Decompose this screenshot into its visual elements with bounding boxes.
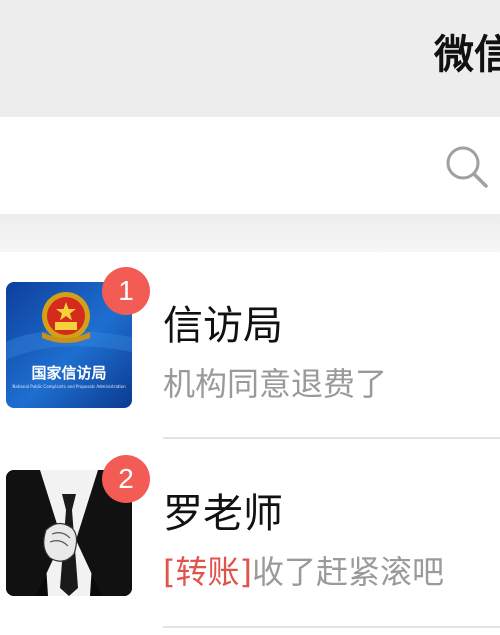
top-bar: 微信 xyxy=(0,0,500,117)
transfer-tag: [转账] xyxy=(163,553,252,591)
last-message-preview: [转账]收了赶紧滚吧 xyxy=(163,547,444,593)
avatar-caption: 国家信访局 xyxy=(31,364,107,382)
unread-badge: 1 xyxy=(102,267,150,315)
avatar-subcaption: National Public Complaints and Proposals… xyxy=(12,384,126,389)
last-message-preview: 机构同意退费了 xyxy=(163,359,387,405)
chat-row-xinfangju[interactable]: 国家信访局 National Public Complaints and Pro… xyxy=(0,252,500,437)
national-emblem-icon xyxy=(42,292,90,343)
search-bar[interactable] xyxy=(0,117,500,214)
row-divider xyxy=(163,626,500,628)
row-divider xyxy=(163,437,500,439)
search-icon[interactable] xyxy=(444,144,490,194)
last-message-text: 收了赶紧滚吧 xyxy=(251,553,444,591)
chat-row-luo-laoshi[interactable]: 2 罗老师 [转账]收了赶紧滚吧 xyxy=(0,440,500,625)
section-gap xyxy=(0,214,500,252)
chat-name: 罗老师 xyxy=(163,491,283,537)
last-message-text: 机构同意退费了 xyxy=(163,365,388,403)
chat-name: 信访局 xyxy=(163,303,283,349)
app-title: 微信 xyxy=(434,32,500,78)
unread-badge: 2 xyxy=(102,455,150,503)
